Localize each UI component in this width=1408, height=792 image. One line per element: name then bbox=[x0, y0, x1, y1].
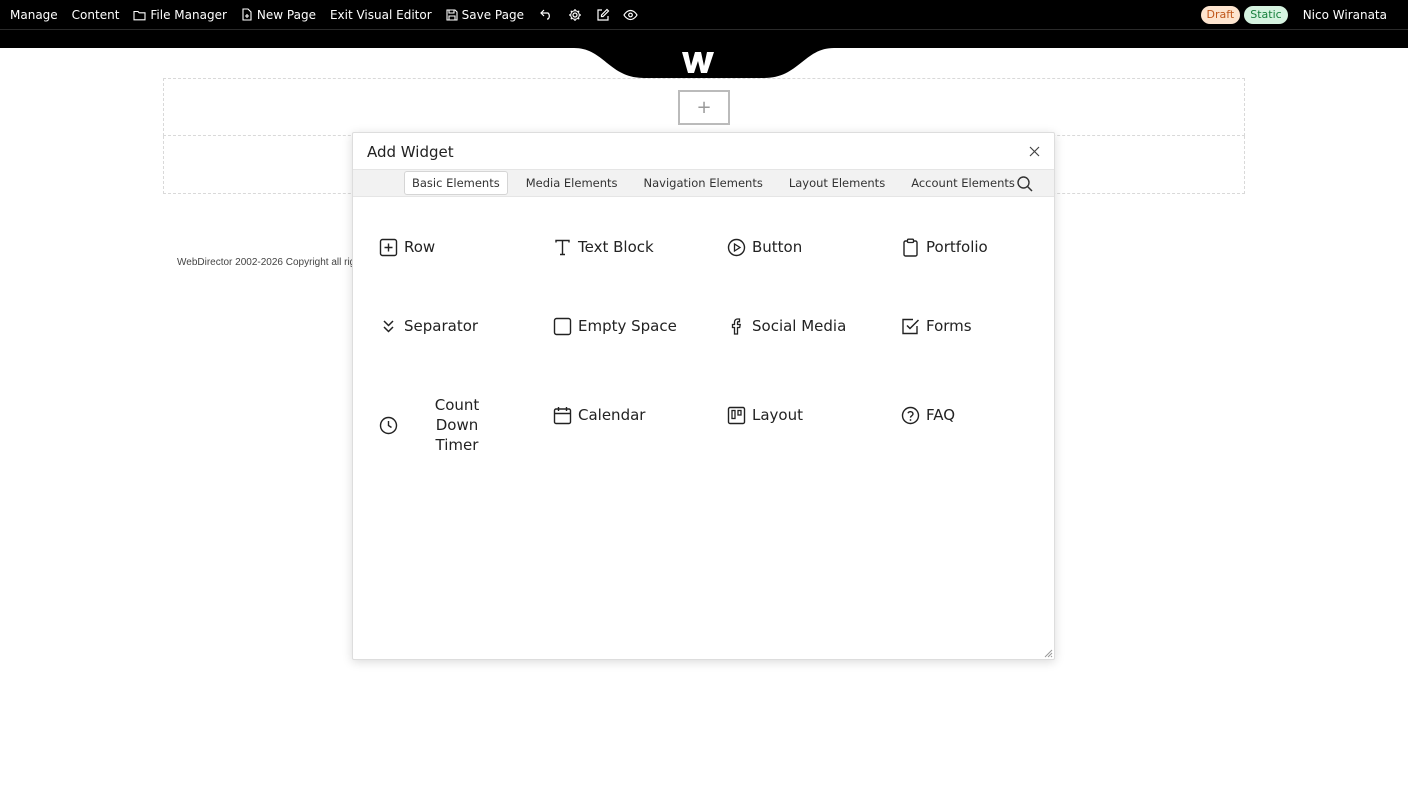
undo-button[interactable] bbox=[538, 6, 556, 24]
widget-faq[interactable]: FAQ bbox=[901, 405, 955, 425]
static-badge[interactable]: Static bbox=[1244, 5, 1288, 24]
widget-text-block[interactable]: Text Block bbox=[553, 237, 654, 257]
tab-account-elements[interactable]: Account Elements bbox=[903, 171, 1023, 195]
user-name[interactable]: Nico Wiranata bbox=[1303, 8, 1387, 22]
widget-label: Forms bbox=[926, 317, 972, 335]
widget-label: Row bbox=[404, 238, 436, 256]
square-icon bbox=[553, 317, 572, 335]
plus-square-icon bbox=[379, 238, 398, 256]
save-page-button[interactable]: Save Page bbox=[446, 8, 524, 22]
gear-icon bbox=[568, 8, 581, 21]
widget-row[interactable]: Row bbox=[379, 237, 435, 257]
clipboard-icon bbox=[903, 238, 918, 257]
widget-button[interactable]: Button bbox=[727, 237, 802, 257]
widget-category-tabs: Basic Elements Media Elements Navigation… bbox=[353, 169, 1054, 197]
preview-button[interactable] bbox=[622, 6, 640, 24]
manage-label: Manage bbox=[10, 7, 58, 22]
close-icon bbox=[1029, 146, 1039, 156]
resize-handle-icon[interactable] bbox=[1043, 648, 1053, 658]
eye-icon bbox=[623, 9, 639, 20]
help-circle-icon bbox=[901, 406, 920, 424]
text-icon bbox=[555, 239, 570, 255]
double-chevron-down-icon bbox=[383, 319, 394, 333]
widget-separator[interactable]: Separator bbox=[379, 316, 478, 336]
widget-label: FAQ bbox=[926, 406, 956, 424]
content-label: Content bbox=[71, 7, 120, 22]
file-plus-icon bbox=[242, 8, 252, 21]
facebook-icon bbox=[731, 317, 741, 335]
calendar-icon bbox=[553, 406, 572, 424]
undo-icon bbox=[540, 9, 551, 20]
check-square-icon bbox=[902, 318, 920, 334]
widget-label: Social Media bbox=[752, 317, 847, 335]
tab-media-elements[interactable]: Media Elements bbox=[518, 171, 626, 195]
tab-layout-elements[interactable]: Layout Elements bbox=[781, 171, 893, 195]
widget-label: Separator bbox=[404, 317, 479, 335]
folder-icon bbox=[133, 10, 146, 20]
widget-empty-space[interactable]: Empty Space bbox=[553, 316, 677, 336]
footer-copyright: WebDirector 2002-2026 Copyright all righ bbox=[177, 257, 361, 268]
widget-portfolio[interactable]: Portfolio bbox=[901, 237, 988, 257]
widget-count-down-timer[interactable]: Count Down Timer bbox=[379, 395, 502, 455]
file-manager-button[interactable]: File Manager bbox=[133, 8, 227, 22]
file-manager-label: File Manager bbox=[150, 7, 227, 22]
modal-title: Add Widget bbox=[367, 143, 454, 161]
content-menu[interactable]: Content bbox=[72, 8, 120, 22]
exit-visual-editor-button[interactable]: Exit Visual Editor bbox=[330, 8, 432, 22]
play-circle-icon bbox=[727, 238, 746, 256]
widget-label: Calendar bbox=[578, 406, 646, 424]
manage-menu[interactable]: Manage bbox=[10, 8, 58, 22]
search-icon[interactable] bbox=[1016, 175, 1034, 193]
add-row-button[interactable]: + bbox=[678, 90, 730, 125]
topbar-right: Draft Static Nico Wiranata bbox=[1200, 5, 1408, 24]
tab-basic-elements[interactable]: Basic Elements bbox=[404, 171, 508, 195]
save-icon bbox=[446, 8, 458, 21]
exit-visual-editor-label: Exit Visual Editor bbox=[329, 7, 432, 22]
new-page-button[interactable]: New Page bbox=[241, 8, 316, 22]
edit-button[interactable] bbox=[594, 6, 612, 24]
add-widget-modal: Add Widget Basic Elements Media Elements… bbox=[352, 132, 1055, 660]
top-toolbar: Manage Content File Manager New Page Exi… bbox=[0, 0, 1408, 29]
widget-calendar[interactable]: Calendar bbox=[553, 405, 645, 425]
plus-icon: + bbox=[696, 97, 712, 118]
widget-social-media[interactable]: Social Media bbox=[727, 316, 846, 336]
draft-badge[interactable]: Draft bbox=[1200, 5, 1241, 24]
widget-layout[interactable]: Layout bbox=[727, 405, 803, 425]
tab-navigation-elements[interactable]: Navigation Elements bbox=[636, 171, 771, 195]
widget-label: Count Down Timer bbox=[434, 396, 480, 454]
widget-label: Text Block bbox=[578, 238, 654, 256]
widget-forms[interactable]: Forms bbox=[901, 316, 972, 336]
settings-button[interactable] bbox=[566, 6, 584, 24]
widget-label: Empty Space bbox=[578, 317, 677, 335]
close-button[interactable] bbox=[1026, 143, 1042, 159]
save-page-label: Save Page bbox=[461, 7, 524, 22]
widget-label: Portfolio bbox=[926, 238, 988, 256]
widget-label: Layout bbox=[752, 406, 803, 424]
clock-icon bbox=[379, 416, 398, 434]
site-logo-tab bbox=[574, 46, 834, 78]
layout-icon bbox=[727, 406, 746, 424]
widget-label: Button bbox=[752, 238, 803, 256]
new-page-label: New Page bbox=[256, 7, 316, 22]
edit-icon bbox=[597, 8, 610, 21]
